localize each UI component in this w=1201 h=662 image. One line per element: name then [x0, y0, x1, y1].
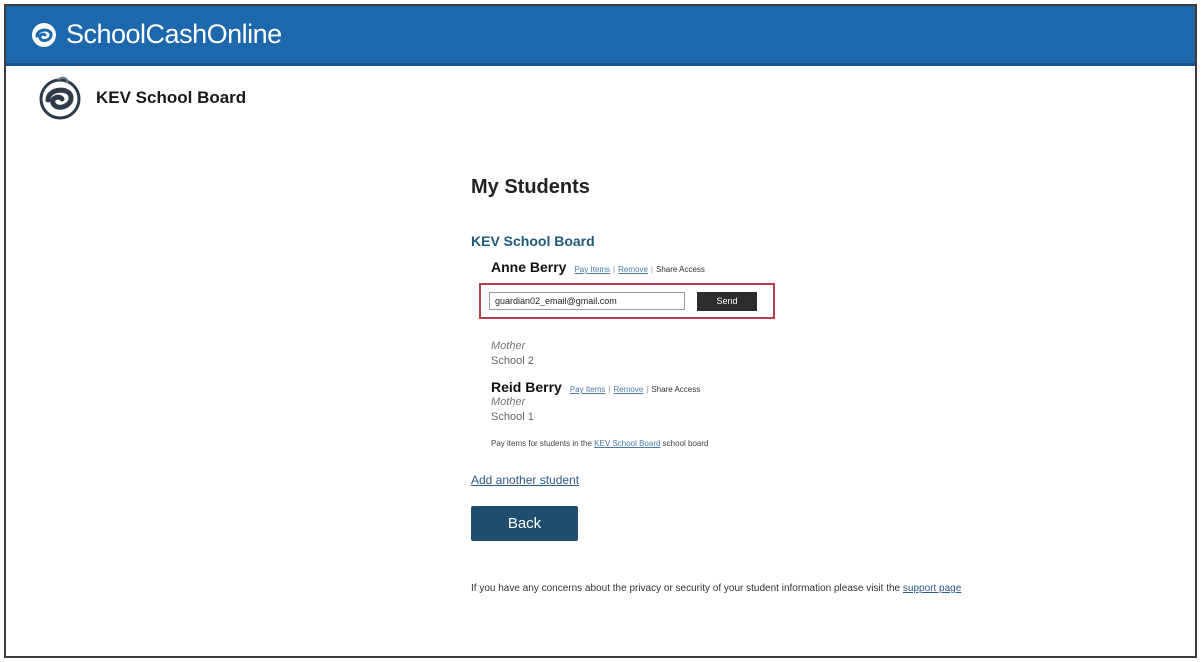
- privacy-text: If you have any concerns about the priva…: [471, 583, 901, 594]
- guardian-email-input[interactable]: [489, 292, 685, 310]
- add-another-student-link[interactable]: Add another student: [471, 473, 579, 487]
- support-page-link[interactable]: support page: [903, 583, 961, 594]
- note-suffix: school board: [662, 439, 709, 448]
- schoolcash-logo-icon: [32, 22, 56, 47]
- send-button[interactable]: Send: [697, 291, 757, 311]
- student-row: Reid Berry Pay Items | Remove | Share Access: [491, 379, 1171, 395]
- separator: |: [650, 265, 653, 274]
- separator: |: [608, 385, 611, 394]
- student-name: Anne Berry: [491, 259, 567, 275]
- separator: |: [646, 385, 649, 394]
- note-prefix: Pay items for students in the: [491, 439, 592, 448]
- share-access-link[interactable]: Share Access: [656, 265, 705, 274]
- school-board-heading: KEV School Board: [471, 233, 595, 249]
- student-reid: Reid Berry Pay Items | Remove | Share Access…: [491, 379, 1171, 448]
- student-actions: Pay Items | Remove | Share Access: [570, 385, 700, 394]
- share-access-form: Send: [479, 283, 775, 319]
- top-bar: SchoolCashOnline: [6, 6, 1195, 66]
- board-name: KEV School Board: [96, 88, 247, 107]
- page-frame: SchoolCashOnline KEV School Board My Stu…: [4, 4, 1197, 658]
- remove-link[interactable]: Remove: [618, 265, 648, 274]
- guardian-relation: Mother: [491, 396, 526, 408]
- brand-name: SchoolCashOnline: [66, 19, 282, 49]
- share-access-link[interactable]: Share Access: [651, 385, 700, 394]
- remove-link[interactable]: Remove: [613, 385, 643, 394]
- student-school: School 1: [491, 411, 534, 423]
- student-row: Anne Berry Pay Items | Remove | Share Access: [491, 259, 1171, 275]
- student-school: School 2: [491, 355, 534, 367]
- student-meta: Mother School 2: [491, 339, 1171, 369]
- pay-items-link[interactable]: Pay Items: [570, 385, 606, 394]
- page-title: My Students: [471, 176, 590, 198]
- pay-items-link[interactable]: Pay Items: [574, 265, 610, 274]
- student-anne: Anne Berry Pay Items | Remove | Share Access…: [479, 259, 1171, 369]
- separator: |: [613, 265, 616, 274]
- guardian-relation: Mother: [491, 340, 526, 352]
- student-name: Reid Berry: [491, 379, 562, 395]
- main-content: My Students KEV School Board Anne Berry …: [471, 176, 1171, 594]
- privacy-notice: If you have any concerns about the priva…: [471, 583, 1171, 594]
- board-logo-icon: [39, 76, 81, 120]
- student-actions: Pay Items | Remove | Share Access: [574, 265, 704, 274]
- pay-items-note: Pay items for students in the KEV School…: [491, 439, 1171, 448]
- board-header: KEV School Board: [36, 74, 246, 122]
- board-link[interactable]: KEV School Board: [594, 439, 660, 448]
- back-button[interactable]: Back: [471, 506, 578, 541]
